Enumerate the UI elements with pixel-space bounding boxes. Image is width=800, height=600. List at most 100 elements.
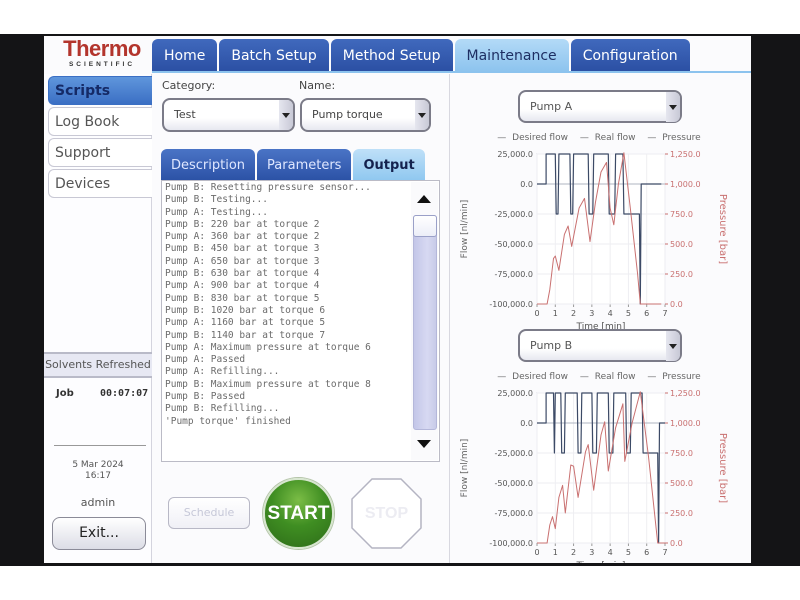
- output-log-line: Pump B: 1020 bar at torque 6: [165, 304, 326, 316]
- x-tick-label: 2: [571, 309, 576, 318]
- y2-tick-label: 1,250.0: [670, 150, 701, 159]
- schedule-button[interactable]: Schedule: [168, 497, 250, 529]
- x-tick-label: 7: [662, 548, 667, 557]
- output-log-line: Pump B: Resetting pressure sensor...: [165, 182, 371, 193]
- y2-tick-label: 0.0: [670, 300, 683, 309]
- scrollbar-thumb[interactable]: [413, 215, 437, 237]
- category-dropdown[interactable]: Test: [162, 98, 295, 132]
- y2-tick-label: 750.0: [670, 210, 693, 219]
- y-tick-label: -25,000.0: [494, 210, 533, 219]
- tab-maintenance[interactable]: Maintenance: [454, 39, 569, 72]
- output-log-line: Pump B: 830 bar at torque 5: [165, 292, 320, 304]
- output-log-line: Pump A: 1160 bar at torque 5: [165, 317, 326, 329]
- y2-tick-label: 250.0: [670, 270, 693, 279]
- x-tick-label: 7: [662, 309, 667, 318]
- script-name-dropdown[interactable]: Pump torque: [300, 98, 431, 132]
- legend-desired-flow: — Desired flow: [497, 133, 568, 143]
- category-label: Category:: [162, 79, 216, 92]
- legend-label: Desired flow: [512, 372, 568, 382]
- brand-name: Thermo: [63, 36, 141, 61]
- current-user: admin: [80, 496, 116, 509]
- output-log-line: 'Pump torque' finished: [165, 415, 291, 427]
- legend-desired-flow: — Desired flow: [497, 372, 568, 382]
- chevron-down-icon: [415, 100, 429, 130]
- output-log-line: Pump A: 650 bar at torque 3: [165, 255, 320, 267]
- legend-label: Pressure: [662, 372, 701, 382]
- sidebar-divider: [54, 445, 146, 446]
- sidebar-item-support[interactable]: Support: [48, 138, 152, 167]
- output-scrollbar[interactable]: [411, 182, 438, 460]
- output-log-line: Pump A: Passed: [165, 354, 246, 366]
- current-time: 16:17: [85, 471, 111, 481]
- output-log-line: Pump B: Testing...: [165, 194, 268, 206]
- tab-parameters[interactable]: Parameters: [257, 149, 352, 180]
- y2-tick-label: 250.0: [670, 509, 693, 518]
- start-button[interactable]: START: [263, 478, 334, 549]
- sidebar-item-log-book[interactable]: Log Book: [48, 107, 152, 136]
- pump-b-selector[interactable]: Pump B: [518, 329, 682, 362]
- x-tick-label: 3: [589, 548, 594, 557]
- output-log-line: Pump B: 450 bar at torque 3: [165, 243, 320, 255]
- scrollbar-track[interactable]: [413, 215, 437, 430]
- tab-home[interactable]: Home: [152, 39, 218, 72]
- name-label: Name:: [299, 79, 336, 92]
- script-panel: Category: Name: Test Pump torque Descrip…: [152, 74, 444, 563]
- output-log-line: Pump B: 630 bar at torque 4: [165, 268, 320, 280]
- script-tab-bar: Description Parameters Output: [161, 149, 427, 180]
- y2-tick-label: 0.0: [670, 539, 683, 548]
- x-tick-label: 0: [534, 548, 539, 557]
- y-tick-label: -75,000.0: [494, 270, 533, 279]
- output-log-line: Pump B: 1140 bar at torque 7: [165, 329, 326, 341]
- sidebar-item-scripts[interactable]: Scripts: [48, 76, 152, 105]
- y-axis-label: Flow [nl/min]: [460, 200, 470, 259]
- y-tick-label: -100,000.0: [489, 539, 533, 548]
- x-tick-label: 2: [571, 548, 576, 557]
- pump-b-chart: 0 1 2 3 4 5 6 7 25,000.0 0.0 -25,000.0 -50,000.0 -75…: [460, 389, 728, 563]
- chevron-down-icon: [279, 100, 293, 130]
- stop-button[interactable]: STOP: [351, 478, 422, 549]
- x-tick-label: 3: [589, 309, 594, 318]
- script-name-value: Pump torque: [312, 108, 383, 121]
- legend-label: Desired flow: [512, 133, 568, 143]
- output-log-line: Pump B: Maximum pressure at torque 8: [165, 378, 371, 390]
- tab-description[interactable]: Description: [161, 149, 256, 180]
- x-tick-label: 0: [534, 309, 539, 318]
- tab-configuration[interactable]: Configuration: [570, 39, 690, 72]
- chart-b-legend: — Desired flow — Real flow — Pressure: [450, 372, 751, 382]
- pump-a-chart: 0 1 2 3 4 5 6 7 25,000.0 0.0 -25,000.0 -50,000.0 -75…: [460, 150, 728, 331]
- tab-bar-underline: [152, 71, 751, 73]
- y-tick-label: -25,000.0: [494, 449, 533, 458]
- y2-tick-label: 500.0: [670, 240, 693, 249]
- legend-pressure: — Pressure: [647, 133, 701, 143]
- pump-a-selector-value: Pump A: [530, 100, 573, 113]
- brand-logo: Thermo SCIENTIFIC: [52, 38, 152, 74]
- tab-output[interactable]: Output: [353, 149, 425, 180]
- category-value: Test: [174, 108, 196, 121]
- y2-axis-label: Pressure [bar]: [717, 194, 728, 264]
- output-log-line: Pump B: 220 bar at torque 2: [165, 218, 320, 230]
- legend-pressure: — Pressure: [647, 372, 701, 382]
- y-tick-label: 25,000.0: [497, 150, 533, 159]
- x-tick-label: 4: [608, 548, 613, 557]
- y-tick-label: 0.0: [520, 180, 533, 189]
- y-tick-label: 0.0: [520, 419, 533, 428]
- chevron-down-icon: [666, 331, 680, 361]
- x-tick-label: 1: [553, 548, 558, 557]
- y2-tick-label: 1,000.0: [670, 419, 701, 428]
- scroll-down-arrow-icon[interactable]: [417, 440, 431, 448]
- tab-method-setup[interactable]: Method Setup: [330, 39, 453, 72]
- tab-batch-setup[interactable]: Batch Setup: [219, 39, 329, 72]
- output-log[interactable]: Pump B: Resetting pressure sensor... Pump…: [161, 180, 440, 462]
- scroll-up-arrow-icon[interactable]: [417, 195, 431, 203]
- exit-button[interactable]: Exit...: [52, 517, 146, 550]
- y2-axis-label: Pressure [bar]: [717, 433, 728, 503]
- y-tick-label: -100,000.0: [489, 300, 533, 309]
- legend-label: Real flow: [594, 133, 636, 143]
- pump-a-selector[interactable]: Pump A: [518, 90, 682, 123]
- y2-tick-label: 1,250.0: [670, 389, 701, 398]
- x-tick-label: 4: [608, 309, 613, 318]
- y-tick-label: -50,000.0: [494, 479, 533, 488]
- y-tick-label: -50,000.0: [494, 240, 533, 249]
- sidebar-item-devices[interactable]: Devices: [48, 169, 152, 198]
- legend-real-flow: — Real flow: [579, 133, 636, 143]
